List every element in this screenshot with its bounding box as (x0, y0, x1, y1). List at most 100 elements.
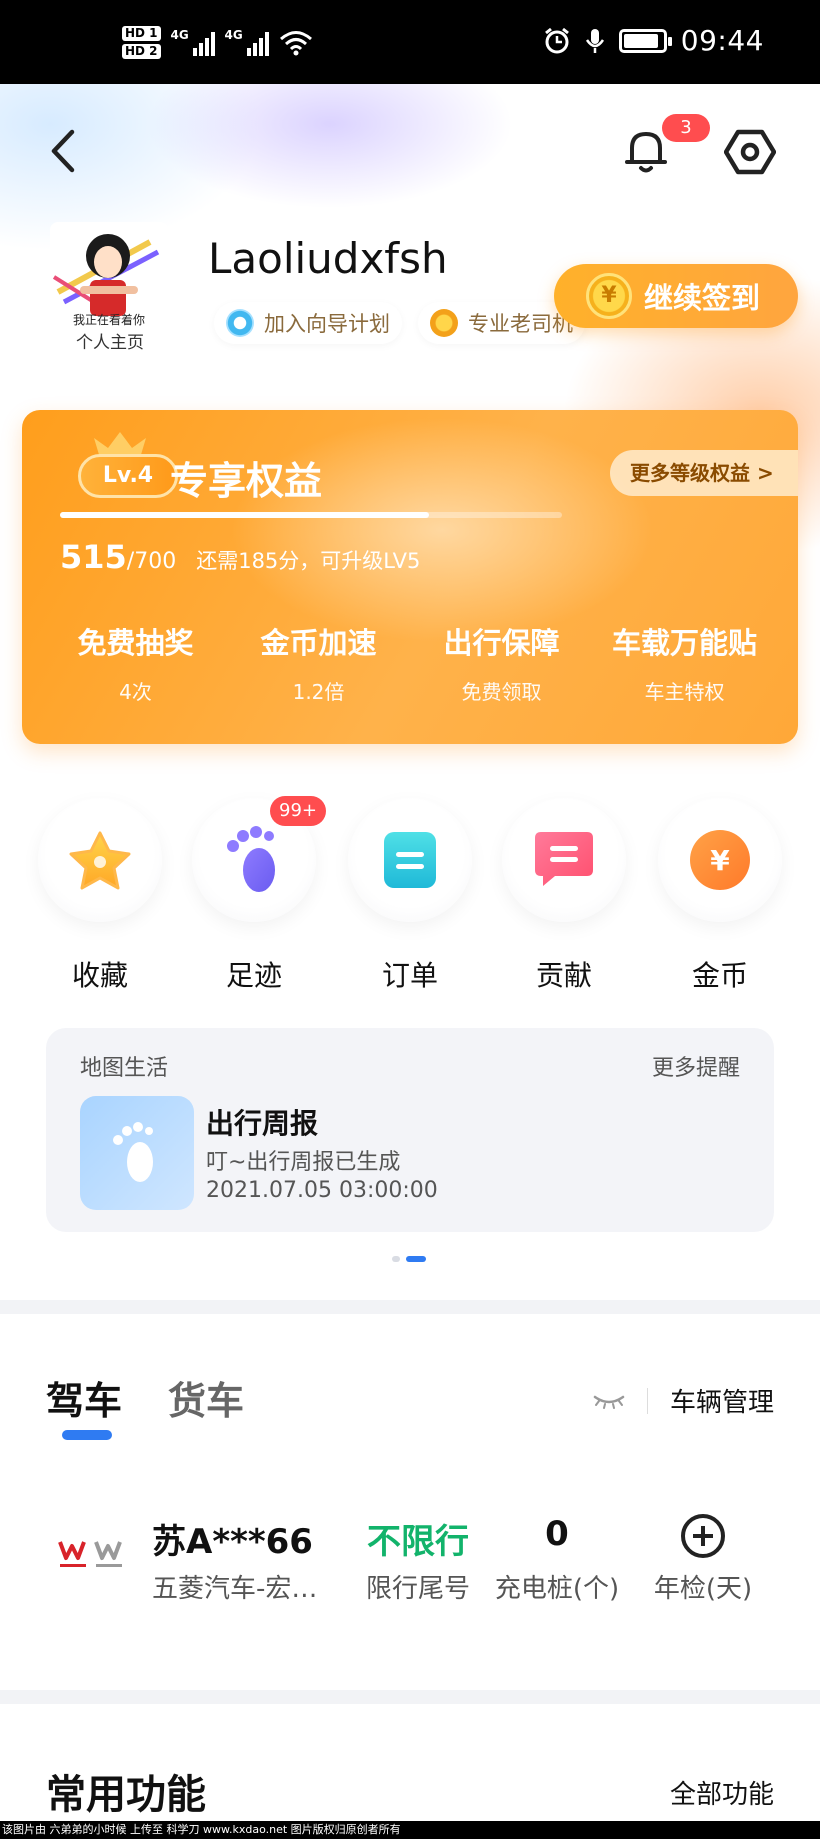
more-level-benefits-link[interactable]: 更多等级权益 > (610, 450, 798, 496)
restriction-label: 限行尾号 (365, 1574, 470, 1604)
signal-1-label: 4G (170, 27, 189, 42)
common-functions-title: 常用功能 (46, 1772, 206, 1818)
coin-glyph: ¥ (710, 844, 730, 877)
hd2-badge: HD 2 (122, 44, 161, 59)
hd-indicators: HD 1 HD 2 (122, 26, 161, 59)
all-functions-link[interactable]: 全部功能 (670, 1774, 774, 1811)
contributions-label: 贡献 (535, 959, 592, 992)
perk-lottery[interactable]: 免费抽奖 4次 (44, 620, 227, 705)
license-plate[interactable]: 苏A***66 (152, 1514, 313, 1563)
perk-sub: 1.2倍 (292, 680, 345, 704)
avatar-caption[interactable]: 个人主页 (60, 328, 160, 353)
vehicle-management-link[interactable]: 车辆管理 (670, 1382, 774, 1419)
checkin-button[interactable]: ¥ 继续签到 (554, 264, 798, 328)
more-reminders-link[interactable]: 更多提醒 (652, 1050, 740, 1082)
annual-inspection-label: 年检(天) (653, 1574, 753, 1604)
coin-icon: ¥ (690, 830, 750, 890)
perk-sub: 4次 (119, 680, 152, 704)
signal-1-icon: 4G (170, 27, 215, 56)
watermark-footer: 该图片由 六弟弟的小时候 上传至 科学刀 www.kxdao.net 图片版权归… (0, 1821, 820, 1839)
annual-inspection-stat[interactable]: 年检(天) (648, 1514, 758, 1605)
alarm-icon (544, 27, 569, 53)
carousel-dot (392, 1256, 400, 1262)
wuling-logo (58, 1541, 122, 1567)
battery-icon (618, 28, 672, 53)
perks-row: 免费抽奖 4次 金币加速 1.2倍 出行保障 免费领取 车载万能贴 车主特权 (22, 620, 798, 705)
coin-icon: ¥ (586, 273, 632, 319)
hd1-badge: HD 1 (122, 26, 161, 41)
weekly-report-subtitle: 叮~出行周报已生成 (206, 1150, 401, 1175)
quick-actions: 收藏 99+ 足迹 订单 贡献 ¥ 金币 (0, 796, 820, 998)
add-icon[interactable] (681, 1514, 725, 1558)
section-divider (0, 1690, 820, 1704)
footprints-button[interactable]: 99+ 足迹 (192, 796, 326, 994)
level-score: 515 /700 还需185分，可升级LV5 (60, 538, 420, 576)
tab-car[interactable]: 驾车 (46, 1370, 122, 1425)
charging-pile-label: 充电桩(个) (494, 1574, 620, 1604)
mic-icon (585, 28, 604, 53)
perk-title: 免费抽奖 (77, 626, 194, 660)
perk-travel-insurance[interactable]: 出行保障 免费领取 (410, 620, 593, 705)
perk-car-sticker[interactable]: 车载万能贴 车主特权 (593, 620, 776, 705)
favorites-label: 收藏 (71, 959, 128, 992)
perk-sub: 免费领取 (461, 680, 542, 704)
notification-badge: 3 (662, 114, 710, 142)
weekly-report-thumbnail (80, 1096, 194, 1210)
weekly-report-title: 出行周报 (206, 1107, 319, 1140)
orders-button[interactable]: 订单 (348, 798, 472, 994)
guide-icon (226, 309, 254, 337)
wifi-icon (279, 30, 312, 55)
upgrade-hint: 还需185分，可升级LV5 (196, 549, 421, 573)
back-arrow-icon[interactable] (44, 126, 84, 176)
coins-button[interactable]: ¥ 金币 (658, 798, 782, 994)
weekly-report-date: 2021.07.05 03:00:00 (206, 1178, 438, 1203)
vehicle-actions: 车辆管理 (593, 1382, 774, 1419)
footprint-icon (113, 1122, 153, 1182)
level-title: 专享权益 (170, 459, 323, 503)
traffic-restriction-stat[interactable]: 不限行 限行尾号 (356, 1514, 480, 1605)
avatar-image: 我正在看着你 (52, 234, 160, 326)
map-life-card[interactable]: 地图生活 更多提醒 出行周报 叮~出行周报已生成 2021.07.05 03:0… (46, 1028, 774, 1232)
guide-plan-label: 加入向导计划 (264, 312, 390, 336)
coins-label: 金币 (691, 959, 748, 992)
map-life-title: 地图生活 (80, 1056, 169, 1081)
status-bar: HD 1 HD 2 4G 4G 09:44 (0, 0, 820, 84)
contribution-icon (535, 832, 593, 886)
perk-sub: 车主特权 (644, 680, 725, 704)
charging-pile-value: 0 (545, 1514, 569, 1554)
medal-icon (430, 309, 458, 337)
clock: 09:44 (680, 24, 764, 57)
settings-icon[interactable] (724, 128, 776, 176)
signal-2-icon: 4G (224, 27, 269, 56)
car-model-name[interactable]: 五菱汽车-宏… (152, 1568, 317, 1605)
tab-truck[interactable]: 货车 (168, 1370, 244, 1425)
signal-2-label: 4G (224, 27, 243, 42)
perk-title: 金币加速 (260, 626, 377, 660)
score-max: /700 (126, 549, 177, 574)
status-left: HD 1 HD 2 4G 4G (122, 26, 313, 59)
section-divider (0, 1300, 820, 1314)
avatar[interactable]: 我正在看着你 (50, 222, 168, 326)
hide-eye-icon[interactable] (593, 1393, 625, 1409)
vehicle-tabs: 驾车 货车 (46, 1370, 244, 1425)
level-card[interactable]: Lv.4 专享权益 更多等级权益 > 515 /700 还需185分，可升级LV… (22, 410, 798, 744)
carousel-dot-active (406, 1256, 426, 1262)
checkin-label: 继续签到 (644, 281, 761, 315)
favorites-button[interactable]: 收藏 (38, 798, 162, 994)
carousel-dots (392, 1256, 426, 1262)
star-icon (69, 831, 131, 890)
order-icon (384, 832, 436, 888)
status-right: 09:44 (543, 24, 764, 57)
charging-pile-stat[interactable]: 0 充电桩(个) (492, 1514, 622, 1605)
perk-coin-boost[interactable]: 金币加速 1.2倍 (227, 620, 410, 705)
active-tab-indicator (62, 1430, 112, 1440)
perk-title: 车载万能贴 (611, 626, 757, 660)
footprints-badge: 99+ (270, 796, 326, 826)
divider (646, 1387, 648, 1414)
username: Laoliudxfsh (208, 234, 448, 283)
contributions-button[interactable]: 贡献 (502, 798, 626, 994)
orders-label: 订单 (381, 959, 438, 992)
guide-plan-chip[interactable]: 加入向导计划 (214, 302, 402, 344)
score-value: 515 (60, 538, 127, 576)
svg-text:我正在看着你: 我正在看着你 (73, 312, 145, 326)
